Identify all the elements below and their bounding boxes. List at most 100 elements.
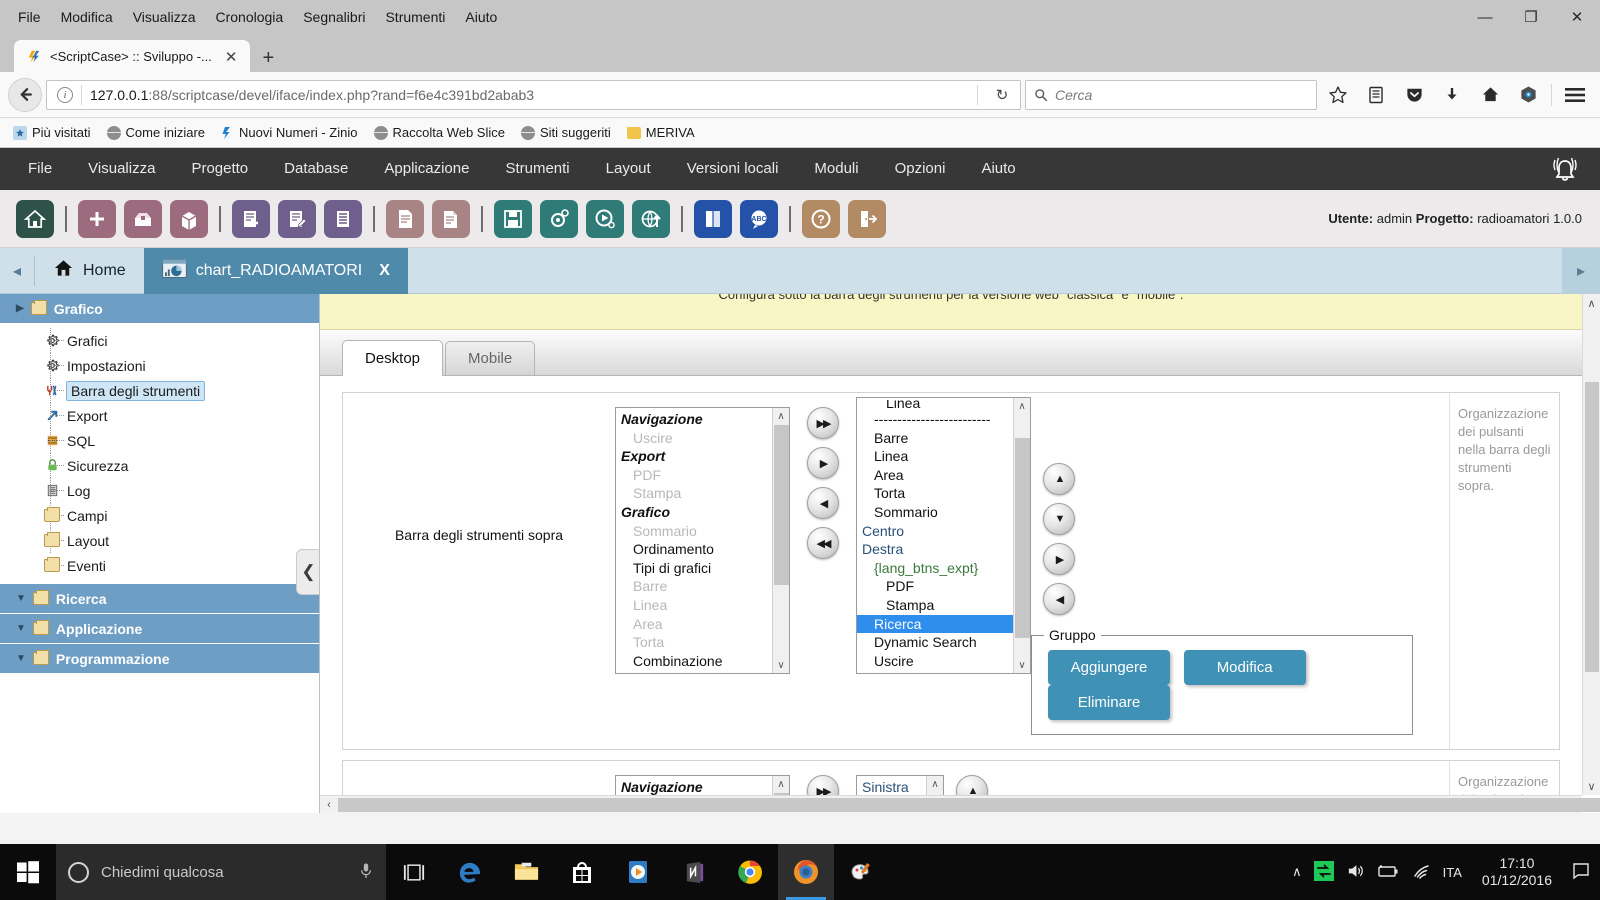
menu-aiuto[interactable]: Aiuto [455, 4, 507, 30]
app-menu-strumenti[interactable]: Strumenti [487, 148, 587, 190]
list-item[interactable]: Barre [857, 429, 1013, 448]
app-menu-progetto[interactable]: Progetto [173, 148, 266, 190]
apptabs-scroll-left-icon[interactable]: ◂ [0, 248, 34, 294]
add-group-button[interactable]: Aggiungere [1048, 650, 1170, 685]
list-item[interactable]: Area [857, 466, 1013, 485]
hamburger-menu-icon[interactable] [1558, 78, 1592, 112]
browser-tab-close-icon[interactable]: ✕ [220, 48, 243, 66]
close-project-icon[interactable] [170, 199, 208, 238]
list-item[interactable]: Grafico [616, 503, 772, 522]
move-all-right-button[interactable]: ▶▶ [807, 775, 839, 795]
move-down-button[interactable]: ▼ [1043, 503, 1075, 535]
run-icon[interactable] [586, 199, 624, 238]
delete-group-button[interactable]: Eliminare [1048, 685, 1170, 720]
list-item[interactable]: Barre [616, 577, 772, 596]
downloads-icon[interactable] [1435, 78, 1469, 112]
close-button[interactable]: ✕ [1554, 0, 1600, 34]
scroll-up-icon[interactable]: ∧ [1018, 398, 1025, 414]
apptabs-scroll-right-icon[interactable]: ▸ [1562, 248, 1600, 294]
minimize-button[interactable]: — [1462, 0, 1508, 34]
sidebar-group-grafico[interactable]: ▶ Grafico [0, 294, 319, 324]
tray-expand-icon[interactable]: ∧ [1292, 864, 1302, 880]
action-center-icon[interactable] [1572, 862, 1590, 883]
list-item-selected[interactable]: Ricerca [857, 614, 1013, 634]
list-item[interactable]: Navigazione [616, 778, 772, 795]
search-input[interactable]: Cerca [1055, 87, 1092, 103]
list-item[interactable]: Combinazione [616, 652, 772, 671]
app-menu-visualizza[interactable]: Visualizza [70, 148, 173, 190]
sidebar-item-sicurezza[interactable]: Sicurezza [0, 453, 319, 478]
scroll-up-icon[interactable]: ∧ [777, 776, 784, 792]
bookmark-siti-suggeriti[interactable]: Siti suggeriti [514, 123, 618, 142]
sidebar-item-sql[interactable]: SQL [0, 428, 319, 453]
start-button[interactable] [0, 844, 56, 900]
menu-segnalibri[interactable]: Segnalibri [293, 4, 375, 30]
list-item[interactable]: Ordinamento [616, 540, 772, 559]
content-horizontal-scrollbar[interactable]: ‹ [320, 795, 1600, 813]
menu-visualizza[interactable]: Visualizza [123, 4, 206, 30]
scroll-down-icon[interactable]: ∨ [777, 657, 784, 673]
list-item[interactable]: Centro [857, 522, 1013, 541]
pocket-icon[interactable] [1397, 78, 1431, 112]
back-button[interactable] [8, 77, 42, 112]
task-view-button[interactable] [386, 844, 442, 900]
list-item[interactable]: Sommario [857, 503, 1013, 522]
edit-application-icon[interactable] [278, 199, 316, 238]
sidebar-item-eventi[interactable]: Eventi [0, 553, 319, 578]
battery-icon[interactable] [1377, 863, 1399, 882]
new-tab-button[interactable]: + [250, 48, 286, 72]
list-item[interactable]: Linea [616, 596, 772, 615]
app-menu-file[interactable]: File [10, 148, 70, 190]
language-indicator[interactable]: ITA [1443, 865, 1462, 880]
list-item[interactable]: {lang_btns_expt} [857, 559, 1013, 578]
cortana-search-box[interactable]: Chiedimi qualcosa [56, 844, 386, 900]
edit-group-button[interactable]: Modifica [1183, 650, 1306, 685]
maximize-button[interactable]: ❐ [1508, 0, 1554, 34]
microphone-icon[interactable] [358, 862, 374, 883]
scrollbar-thumb[interactable] [1015, 438, 1030, 638]
list-item[interactable]: Stampa [857, 596, 1013, 615]
taskbar-app-onenote[interactable] [666, 844, 722, 900]
list-item[interactable]: Torta [857, 484, 1013, 503]
scroll-down-icon[interactable]: ∨ [1587, 777, 1595, 795]
list-item[interactable]: Navigazione [616, 410, 772, 429]
list-item[interactable]: PDF [857, 577, 1013, 596]
list-item[interactable]: Area [616, 615, 772, 634]
move-all-left-button[interactable]: ◀◀ [807, 527, 839, 559]
bookmark-most-visited[interactable]: Più visitati [6, 123, 98, 142]
open-project-icon[interactable] [124, 199, 162, 238]
browser-tab-scriptcase[interactable]: <ScriptCase> :: Sviluppo -... ✕ [14, 40, 251, 73]
list-item[interactable]: Stampa [616, 484, 772, 503]
menu-strumenti[interactable]: Strumenti [375, 4, 455, 30]
sidebar-item-campi[interactable]: Campi [0, 503, 319, 528]
home-icon[interactable] [16, 199, 54, 238]
bookmark-star-icon[interactable] [1321, 78, 1355, 112]
list-item[interactable]: Tipi di grafici [616, 559, 772, 578]
app-menu-database[interactable]: Database [266, 148, 366, 190]
new-document-icon[interactable] [386, 199, 424, 238]
library-icon[interactable] [1359, 78, 1393, 112]
tab-desktop[interactable]: Desktop [342, 340, 444, 376]
sync-account-icon[interactable] [1511, 78, 1545, 112]
available-buttons-listbox[interactable]: Navigazione Uscire Export PDF Stampa Gra… [615, 407, 790, 674]
available-buttons-listbox-bottom[interactable]: Navigazione Uscire Export PDF Stampa Gra… [615, 775, 790, 795]
taskbar-app-edge[interactable] [442, 844, 498, 900]
copy-document-icon[interactable] [432, 199, 470, 238]
taskbar-app-paint[interactable] [834, 844, 890, 900]
available-listbox-scrollbar-bottom[interactable]: ∧ [772, 776, 789, 795]
sidebar-group-applicazione[interactable]: ▼ Applicazione [0, 614, 319, 644]
bookmark-nuovi-numeri-zinio[interactable]: Nuovi Numeri - Zinio [214, 123, 364, 142]
selected-buttons-listbox[interactable]: Linea ------------------------- Barre Li… [856, 397, 1031, 674]
sidebar-item-layout[interactable]: Layout [0, 528, 319, 553]
list-item[interactable]: Linea [857, 400, 1013, 410]
bookmark-come-iniziare[interactable]: Come iniziare [100, 123, 212, 142]
bookmark-raccolta-web-slice[interactable]: Raccolta Web Slice [367, 123, 512, 142]
wifi-icon[interactable] [1411, 863, 1431, 882]
content-vertical-scrollbar[interactable]: ∧ ∨ [1582, 294, 1600, 795]
clock[interactable]: 17:10 01/12/2016 [1474, 855, 1560, 889]
notifications-bell-icon[interactable] [1548, 154, 1582, 186]
taskbar-app-media-player[interactable] [610, 844, 666, 900]
selected-listbox-scrollbar[interactable]: ∧ ∨ [1013, 398, 1030, 673]
site-info-icon[interactable]: i [57, 86, 73, 103]
list-item[interactable]: Torta [616, 633, 772, 652]
